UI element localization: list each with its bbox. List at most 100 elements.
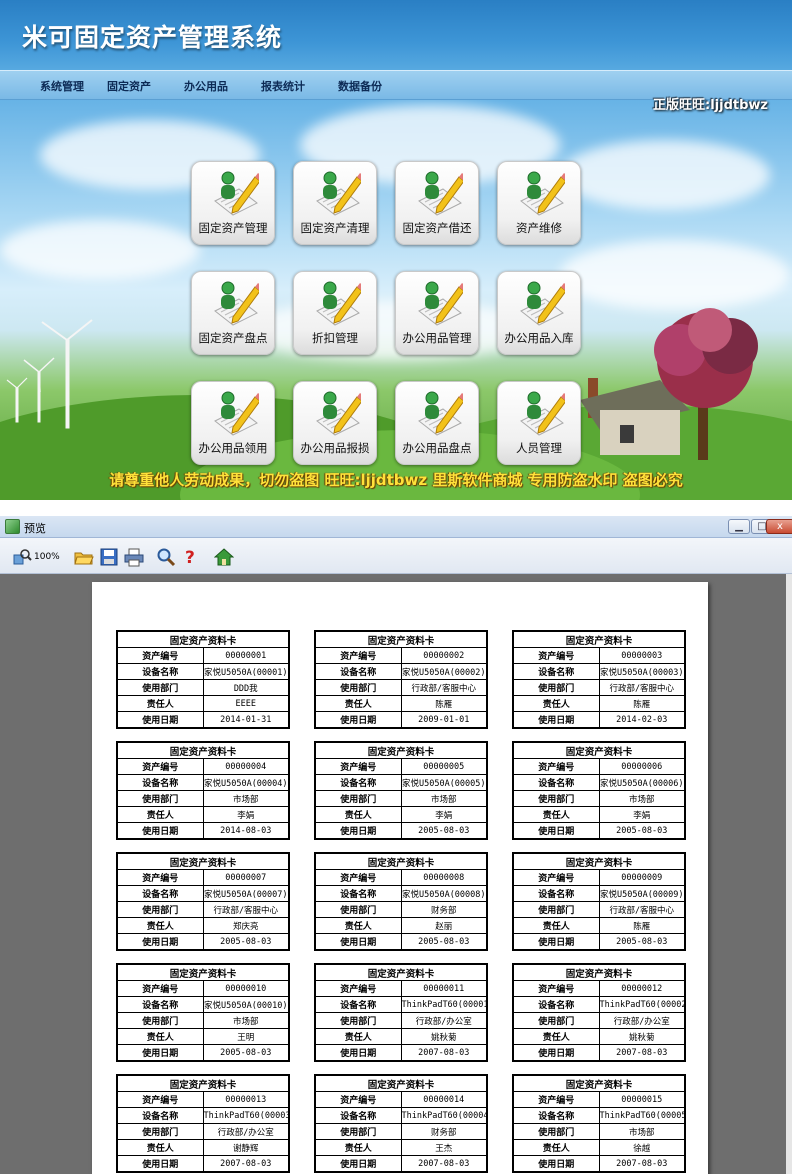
tile-office-supplies-loss[interactable]: 办公用品报损 [293,381,377,465]
field-value-dept: 市场部 [202,1012,289,1029]
field-label: 使用日期 [117,822,204,839]
field-label: 设备名称 [315,774,402,791]
field-label: 责任人 [117,695,204,712]
vertical-scrollbar[interactable] [786,574,792,1174]
preview-window-title: 预览 [24,522,46,535]
field-value-owner: 李娟 [400,806,487,823]
windmill-decoration [6,319,93,429]
field-value-device: ThinkPadT60(00004) [400,1107,487,1124]
print-preview-window: 预览 ▁ □ x 100% ? 固定资产资料卡 资产编号 00000001 设备… [0,516,792,1174]
user-edit-icon [418,391,463,436]
asset-card: 固定资产资料卡 资产编号 00000005 设备名称 家悦U5050A(00005) 使用… [314,741,488,840]
field-label: 设备名称 [315,996,402,1013]
tile-fixed-asset-borrow-return[interactable]: 固定资产借还 [395,161,479,245]
field-label: 设备名称 [315,885,402,902]
field-label: 设备名称 [117,663,204,680]
field-value-date: 2005-08-03 [202,1044,289,1061]
field-value-owner: 王明 [202,1028,289,1045]
main-app-window: 米可固定资产管理系统 系统管理 固定资产 办公用品 报表统计 数据备份 正版旺旺… [0,0,792,500]
asset-card: 固定资产资料卡 资产编号 00000001 设备名称 家悦U5050A(00001) 使用… [116,630,290,729]
field-label: 设备名称 [117,774,204,791]
field-label: 资产编号 [117,758,204,775]
open-icon[interactable] [74,547,94,567]
field-label: 设备名称 [513,996,600,1013]
user-edit-icon [520,281,565,326]
card-title: 固定资产资料卡 [117,964,289,981]
field-value-owner: 赵丽 [400,917,487,934]
field-value-device: 家悦U5050A(00003) [598,663,685,680]
search-icon[interactable] [156,547,176,567]
tile-label: 折扣管理 [312,331,358,345]
save-icon[interactable] [99,547,119,567]
tile-asset-repair[interactable]: 资产维修 [497,161,581,245]
field-label: 资产编号 [117,647,204,664]
field-label: 责任人 [513,917,600,934]
field-label: 设备名称 [513,1107,600,1124]
tile-office-supplies-management[interactable]: 办公用品管理 [395,271,479,355]
home-icon[interactable] [214,547,234,567]
print-icon[interactable] [124,547,144,567]
tile-personnel-management[interactable]: 人员管理 [497,381,581,465]
preview-toolbar: 100% ? [0,538,792,574]
tile-fixed-asset-inventory[interactable]: 固定资产盘点 [191,271,275,355]
field-value-owner: 谢静辉 [202,1139,289,1156]
field-value-device: ThinkPadT60(00005) [598,1107,685,1124]
field-value-dept: 行政部/客服中心 [598,901,685,918]
field-label: 使用部门 [315,901,402,918]
field-value-device: 家悦U5050A(00009) [598,885,685,902]
field-value-dept: 行政部/办公室 [598,1012,685,1029]
field-label: 使用日期 [513,1155,600,1172]
field-label: 设备名称 [513,663,600,680]
field-value-asset-no: 00000004 [202,758,289,775]
user-edit-icon [316,171,361,216]
tile-office-supplies-requisition[interactable]: 办公用品领用 [191,381,275,465]
field-value-date: 2014-08-03 [202,822,289,839]
field-value-asset-no: 00000007 [202,869,289,886]
zoom-level[interactable]: 100% [34,552,60,562]
minimize-button[interactable]: ▁ [728,519,750,534]
menu-item-reports[interactable]: 报表统计 [261,78,305,94]
field-label: 责任人 [315,695,402,712]
asset-card: 固定资产资料卡 资产编号 00000002 设备名称 家悦U5050A(00002) 使用… [314,630,488,729]
tile-office-supplies-inbound[interactable]: 办公用品入库 [497,271,581,355]
field-label: 资产编号 [315,758,402,775]
field-value-owner: 陈雁 [400,695,487,712]
asset-card: 固定资产资料卡 资产编号 00000013 设备名称 ThinkPadT60(00003… [116,1074,290,1173]
preview-app-icon [5,519,20,534]
close-button[interactable]: x [766,519,792,534]
field-label: 使用部门 [117,901,204,918]
field-label: 资产编号 [513,758,600,775]
zoom-icon[interactable] [12,547,32,567]
app-title-bar: 米可固定资产管理系统 [0,0,792,70]
tile-label: 资产维修 [516,221,562,235]
field-value-owner: 徐越 [598,1139,685,1156]
field-label: 资产编号 [513,980,600,997]
menu-item-backup[interactable]: 数据备份 [338,78,382,94]
field-label: 责任人 [513,1028,600,1045]
tile-discount-management[interactable]: 折扣管理 [293,271,377,355]
field-value-asset-no: 00000011 [400,980,487,997]
field-label: 使用日期 [315,822,402,839]
field-value-date: 2005-08-03 [598,933,685,950]
field-value-device: ThinkPadT60(00001) [400,996,487,1013]
field-value-asset-no: 00000012 [598,980,685,997]
field-label: 使用日期 [513,1044,600,1061]
tile-label: 办公用品报损 [300,441,370,455]
field-value-date: 2014-02-03 [598,711,685,728]
field-value-owner: EEEE [202,695,289,712]
field-label: 使用部门 [117,679,204,696]
card-title: 固定资产资料卡 [513,853,685,870]
field-label: 资产编号 [513,869,600,886]
tile-office-supplies-inventory[interactable]: 办公用品盘点 [395,381,479,465]
help-icon[interactable]: ? [181,547,201,567]
asset-card: 固定资产资料卡 资产编号 00000014 设备名称 ThinkPadT60(00004… [314,1074,488,1173]
tile-fixed-asset-management[interactable]: 固定资产管理 [191,161,275,245]
menu-item-system[interactable]: 系统管理 [40,78,84,94]
tile-label: 固定资产盘点 [198,331,268,345]
menu-item-fixed-assets[interactable]: 固定资产 [107,78,151,94]
menu-item-office-supplies[interactable]: 办公用品 [184,78,228,94]
field-label: 资产编号 [315,980,402,997]
field-label: 责任人 [513,1139,600,1156]
tile-fixed-asset-disposal[interactable]: 固定资产清理 [293,161,377,245]
field-label: 资产编号 [315,647,402,664]
